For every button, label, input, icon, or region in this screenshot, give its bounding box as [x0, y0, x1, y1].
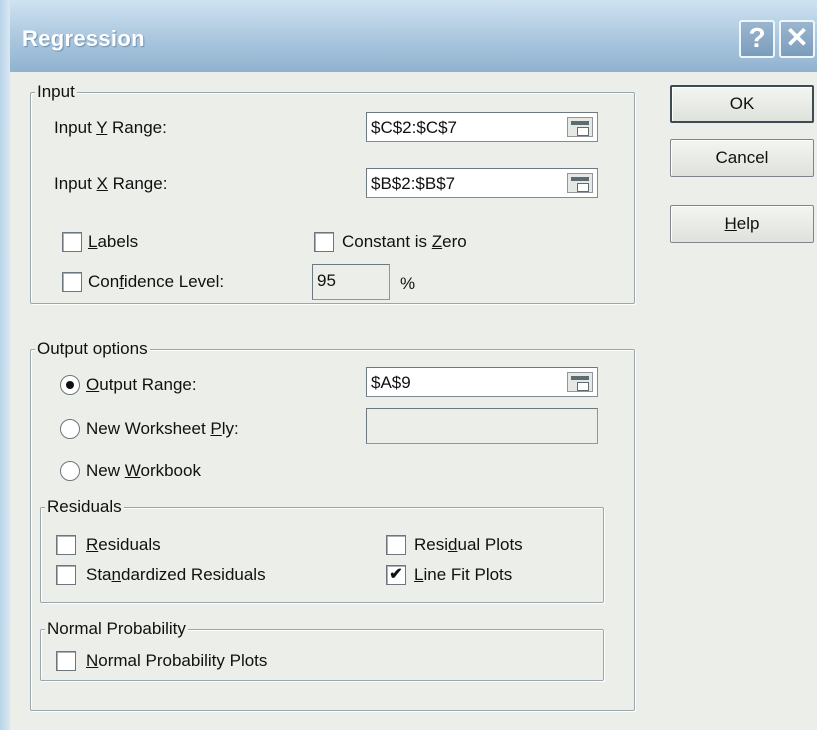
input-y-range-field[interactable]: $C$2:$C$7 — [366, 112, 598, 142]
range-select-icon[interactable] — [567, 372, 593, 392]
output-options-legend: Output options — [35, 338, 150, 360]
normal-probability-plots-label[interactable]: Normal Probability Plots — [86, 650, 267, 672]
output-range-field[interactable]: $A$9 — [366, 367, 598, 397]
line-fit-plots-checkbox[interactable]: ✔ — [386, 565, 406, 585]
constant-is-zero-label[interactable]: Constant is Zero — [342, 231, 467, 253]
title-bar[interactable]: Regression ? ✕ — [0, 0, 817, 72]
window-frame — [0, 0, 10, 730]
confidence-level-field[interactable]: 95 — [312, 264, 390, 300]
new-workbook-radio[interactable] — [60, 461, 80, 481]
close-icon[interactable]: ✕ — [779, 20, 815, 58]
new-worksheet-ply-label[interactable]: New Worksheet Ply: — [86, 418, 239, 440]
input-y-range-label: Input Y Range: — [54, 118, 167, 137]
normal-probability-legend: Normal Probability — [45, 618, 188, 640]
new-worksheet-ply-field[interactable] — [366, 408, 598, 444]
residual-plots-checkbox[interactable] — [386, 535, 406, 555]
new-workbook-label[interactable]: New Workbook — [86, 460, 201, 482]
confidence-level-value: 95 — [317, 271, 336, 290]
residual-plots-label[interactable]: Residual Plots — [414, 534, 523, 556]
input-group-legend: Input — [35, 81, 77, 103]
input-x-range-field[interactable]: $B$2:$B$7 — [366, 168, 598, 198]
ok-button[interactable]: OK — [670, 85, 814, 123]
dialog-title: Regression — [22, 26, 145, 51]
residuals-legend: Residuals — [45, 496, 124, 518]
dialog-body: Input Input Y Range: $C$2:$C$7 Input X R… — [10, 72, 817, 730]
input-x-range-label: Input X Range: — [54, 174, 168, 193]
labels-label[interactable]: Labels — [88, 231, 138, 253]
labels-checkbox[interactable] — [62, 232, 82, 252]
cancel-button[interactable]: Cancel — [670, 139, 814, 177]
help-icon[interactable]: ? — [739, 20, 775, 58]
normal-probability-plots-checkbox[interactable] — [56, 651, 76, 671]
standardized-residuals-label[interactable]: Standardized Residuals — [86, 564, 266, 586]
line-fit-plots-label[interactable]: Line Fit Plots — [414, 564, 512, 586]
confidence-level-label[interactable]: Confidence Level: — [88, 271, 224, 293]
output-range-radio[interactable] — [60, 375, 80, 395]
input-x-range-value: $B$2:$B$7 — [371, 174, 456, 193]
confidence-unit: % — [400, 274, 416, 293]
confidence-level-checkbox[interactable] — [62, 272, 82, 292]
output-range-label[interactable]: Output Range: — [86, 374, 197, 396]
input-y-range-value: $C$2:$C$7 — [371, 118, 458, 137]
constant-is-zero-checkbox[interactable] — [314, 232, 334, 252]
residuals-label[interactable]: Residuals — [86, 534, 161, 556]
regression-dialog: Regression ? ✕ Input Input Y Range: $C$2… — [0, 0, 817, 730]
output-range-value: $A$9 — [371, 373, 411, 392]
range-select-icon[interactable] — [567, 173, 593, 193]
standardized-residuals-checkbox[interactable] — [56, 565, 76, 585]
range-select-icon[interactable] — [567, 117, 593, 137]
new-worksheet-ply-radio[interactable] — [60, 419, 80, 439]
help-button[interactable]: Help — [670, 205, 814, 243]
residuals-checkbox[interactable] — [56, 535, 76, 555]
